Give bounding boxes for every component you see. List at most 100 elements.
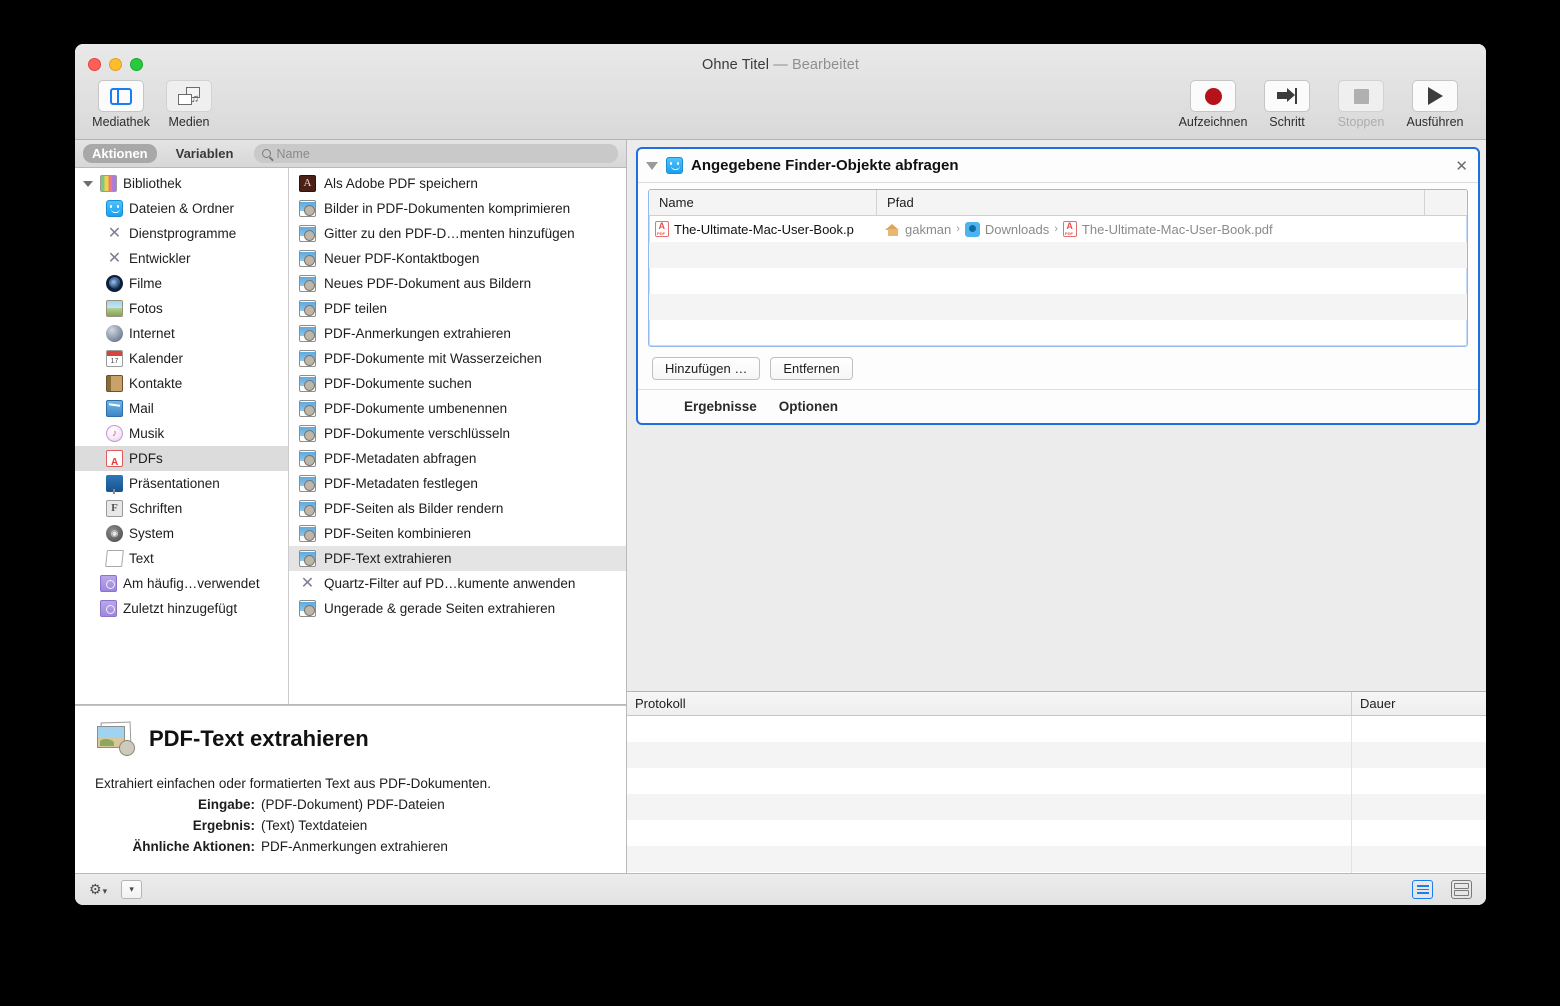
- log-row[interactable]: [627, 716, 1486, 742]
- finder-items-table[interactable]: Name Pfad The-Ultimate-Mac-User-Book.pga…: [648, 189, 1468, 347]
- log-message-cell: [627, 846, 1352, 872]
- table-row-empty[interactable]: [649, 242, 1467, 268]
- expand-caret-icon[interactable]: [81, 181, 94, 187]
- status-bar-right: [1412, 880, 1472, 899]
- log-row[interactable]: [627, 872, 1486, 873]
- finder-items-table-body[interactable]: The-Ultimate-Mac-User-Book.pgakman›Downl…: [649, 216, 1467, 346]
- action-list-item[interactable]: PDF-Seiten als Bilder rendern: [289, 496, 626, 521]
- add-button[interactable]: Hinzufügen …: [652, 357, 760, 380]
- action-card-header[interactable]: Angegebene Finder-Objekte abfragen ✕: [638, 149, 1478, 183]
- field-value: PDF-Anmerkungen extrahieren: [261, 839, 448, 854]
- sidebar-item-kontakte[interactable]: Kontakte: [75, 371, 288, 396]
- sidebar-item-zuletzt-hinzugef-gt[interactable]: Zuletzt hinzugefügt: [75, 596, 288, 621]
- keynote-icon: [106, 475, 123, 492]
- column-header-pfad[interactable]: Pfad: [877, 190, 1425, 215]
- sidebar-item-mail[interactable]: Mail: [75, 396, 288, 421]
- sidebar-item-entwickler[interactable]: ✕Entwickler: [75, 246, 288, 271]
- sidebar-item-filme[interactable]: Filme: [75, 271, 288, 296]
- smart-folder-icon: [100, 600, 117, 617]
- column-header-dauer[interactable]: Dauer: [1352, 692, 1486, 715]
- toolbar-label-stop: Stoppen: [1338, 115, 1385, 129]
- table-row-empty[interactable]: [649, 268, 1467, 294]
- tab-aktionen[interactable]: Aktionen: [83, 144, 157, 163]
- action-list-item[interactable]: Bilder in PDF-Dokumenten komprimieren: [289, 196, 626, 221]
- action-list-item-label: PDF-Metadaten abfragen: [324, 451, 476, 466]
- sidebar-item-label: Präsentationen: [129, 476, 220, 491]
- remove-button[interactable]: Entfernen: [770, 357, 852, 380]
- sidebar-item-bibliothek[interactable]: Bibliothek: [75, 171, 288, 196]
- action-list-item-label: PDF-Text extrahieren: [324, 551, 452, 566]
- action-list-item-label: PDF-Dokumente suchen: [324, 376, 472, 391]
- log-row[interactable]: [627, 820, 1486, 846]
- action-list-item[interactable]: ✕Quartz-Filter auf PD…kumente anwenden: [289, 571, 626, 596]
- sidebar-item-pdfs[interactable]: PDFs: [75, 446, 288, 471]
- sidebar-item-kalender[interactable]: 17Kalender: [75, 346, 288, 371]
- action-list-item[interactable]: Neues PDF-Dokument aus Bildern: [289, 271, 626, 296]
- action-list-item[interactable]: Ungerade & gerade Seiten extrahieren: [289, 596, 626, 621]
- toolbar-button-run[interactable]: Ausführen: [1404, 80, 1466, 129]
- sidebar-item-label: Entwickler: [129, 251, 191, 266]
- sidebar-item-pr-sentationen[interactable]: Präsentationen: [75, 471, 288, 496]
- sidebar-item-musik[interactable]: ♪Musik: [75, 421, 288, 446]
- sidebar-item-label: Filme: [129, 276, 162, 291]
- sidebar-item-system[interactable]: ◉System: [75, 521, 288, 546]
- log-row[interactable]: [627, 846, 1486, 872]
- toolbar-button-medien[interactable]: ♫ Medien: [158, 80, 220, 129]
- sidebar-item-text[interactable]: Text: [75, 546, 288, 571]
- action-list-item[interactable]: Neuer PDF-Kontaktbogen: [289, 246, 626, 271]
- file-name-text: The-Ultimate-Mac-User-Book.p: [674, 222, 854, 237]
- toolbar-button-step[interactable]: Schritt: [1256, 80, 1318, 129]
- action-list-item[interactable]: AAls Adobe PDF speichern: [289, 171, 626, 196]
- library-search-field[interactable]: [254, 144, 618, 163]
- footer-tab-optionen[interactable]: Optionen: [779, 399, 838, 414]
- pdf-file-icon: [655, 221, 669, 237]
- search-input[interactable]: [276, 147, 610, 161]
- toolbar-button-mediathek[interactable]: Mediathek: [90, 80, 152, 129]
- gear-menu-button[interactable]: ⚙▾: [89, 881, 107, 899]
- footer-tab-ergebnisse[interactable]: Ergebnisse: [684, 399, 757, 414]
- log-body[interactable]: [627, 716, 1486, 873]
- sidebar-item-dateien-ordner[interactable]: Dateien & Ordner: [75, 196, 288, 221]
- calendar-icon: 17: [106, 350, 123, 367]
- action-list-item[interactable]: PDF-Seiten kombinieren: [289, 521, 626, 546]
- column-header-name[interactable]: Name: [649, 190, 877, 215]
- action-list-item[interactable]: PDF teilen: [289, 296, 626, 321]
- action-list-item[interactable]: PDF-Dokumente umbenennen: [289, 396, 626, 421]
- workflow-canvas[interactable]: Angegebene Finder-Objekte abfragen ✕ Nam…: [627, 140, 1486, 691]
- workflow-action-card[interactable]: Angegebene Finder-Objekte abfragen ✕ Nam…: [636, 147, 1480, 425]
- table-row-empty[interactable]: [649, 320, 1467, 346]
- actions-list[interactable]: AAls Adobe PDF speichernBilder in PDF-Do…: [289, 168, 626, 704]
- sidebar-item-dienstprogramme[interactable]: ✕Dienstprogramme: [75, 221, 288, 246]
- action-list-item[interactable]: PDF-Text extrahieren: [289, 546, 626, 571]
- action-list-item[interactable]: PDF-Dokumente verschlüsseln: [289, 421, 626, 446]
- table-row[interactable]: The-Ultimate-Mac-User-Book.pgakman›Downl…: [649, 216, 1467, 242]
- sidebar-item-fotos[interactable]: Fotos: [75, 296, 288, 321]
- action-list-item[interactable]: PDF-Dokumente mit Wasserzeichen: [289, 346, 626, 371]
- disclosure-button[interactable]: ▾: [121, 880, 142, 899]
- action-list-item[interactable]: PDF-Metadaten abfragen: [289, 446, 626, 471]
- action-list-item[interactable]: PDF-Anmerkungen extrahieren: [289, 321, 626, 346]
- log-row[interactable]: [627, 742, 1486, 768]
- tab-variablen[interactable]: Variablen: [167, 144, 243, 163]
- table-row-empty[interactable]: [649, 294, 1467, 320]
- toolbar-button-record[interactable]: Aufzeichnen: [1182, 80, 1244, 129]
- pdf-action-icon: [299, 425, 316, 442]
- list-view-icon[interactable]: [1412, 880, 1433, 899]
- log-row[interactable]: [627, 768, 1486, 794]
- photos-icon: [106, 300, 123, 317]
- action-list-item[interactable]: PDF-Metadaten festlegen: [289, 471, 626, 496]
- utilities-icon: ✕: [299, 575, 316, 592]
- disclosure-triangle-icon[interactable]: [646, 162, 658, 170]
- sidebar-item-am-h-ufig-verwendet[interactable]: Am häufig…verwendet: [75, 571, 288, 596]
- log-row[interactable]: [627, 794, 1486, 820]
- toolbar-label-medien: Medien: [169, 115, 210, 129]
- action-card-title: Angegebene Finder-Objekte abfragen: [691, 157, 1447, 174]
- sidebar-item-internet[interactable]: Internet: [75, 321, 288, 346]
- column-header-protokoll[interactable]: Protokoll: [627, 692, 1352, 715]
- action-list-item[interactable]: Gitter zu den PDF-D…menten hinzufügen: [289, 221, 626, 246]
- action-list-item[interactable]: PDF-Dokumente suchen: [289, 371, 626, 396]
- split-view-icon[interactable]: [1451, 880, 1472, 899]
- close-icon[interactable]: ✕: [1455, 157, 1468, 175]
- sidebar-item-schriften[interactable]: FSchriften: [75, 496, 288, 521]
- library-tree[interactable]: BibliothekDateien & Ordner✕Dienstprogram…: [75, 168, 289, 704]
